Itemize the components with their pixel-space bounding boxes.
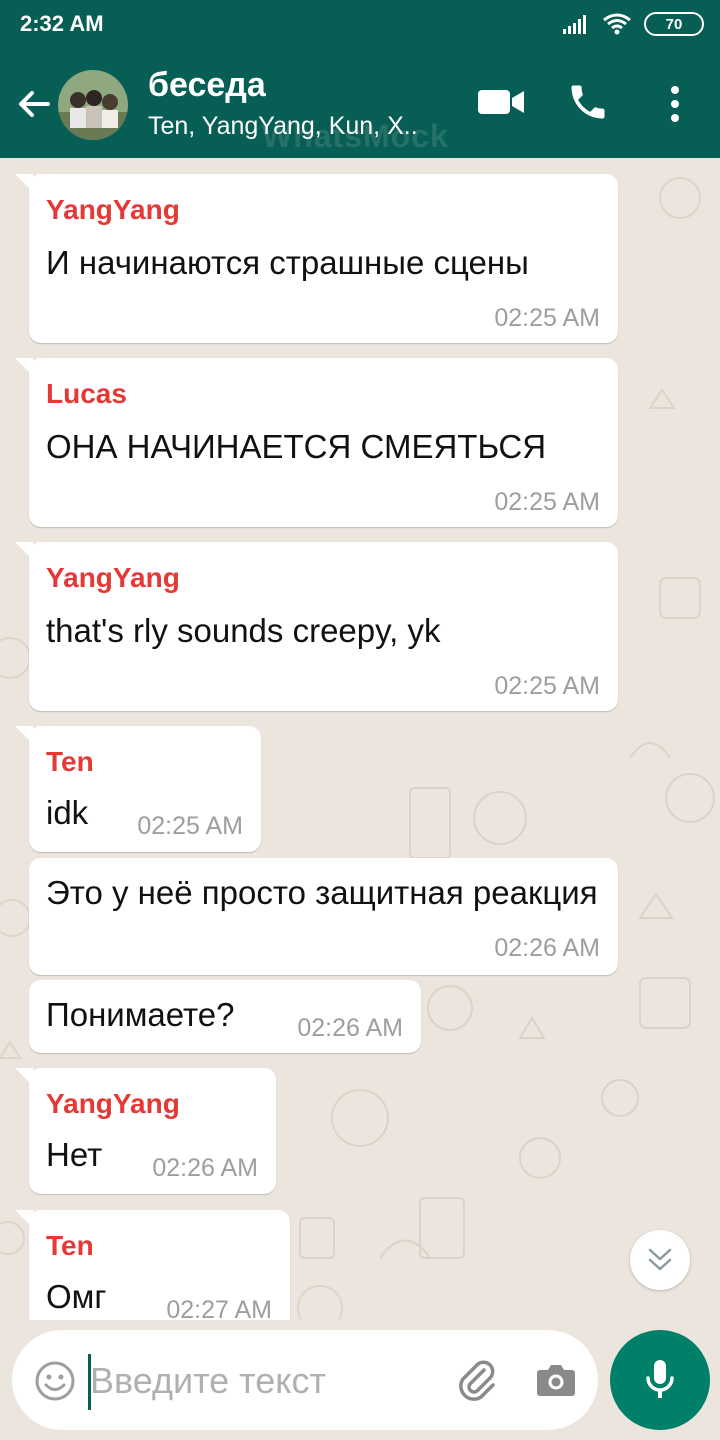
signal-icon bbox=[563, 15, 586, 34]
message-text: that's rly sounds creepy, yk bbox=[46, 612, 441, 649]
message-bubble[interactable]: Lucas ОНА НАЧИНАЕТСЯ СМЕЯТЬСЯ 02:25 AM bbox=[15, 358, 618, 527]
emoji-icon[interactable] bbox=[34, 1360, 76, 1402]
message-time: 02:25 AM bbox=[137, 812, 243, 840]
message-bubble[interactable]: Ten idk 02:25 AM bbox=[15, 726, 261, 852]
message-bubble[interactable]: Это у неё просто защитная реакция 02:26 … bbox=[29, 858, 618, 975]
chat-area[interactable]: YangYang И начинаются страшные сцены 02:… bbox=[0, 158, 720, 1320]
message-text: И начинаются страшные сцены bbox=[46, 244, 529, 281]
message-time: 02:26 AM bbox=[152, 1154, 258, 1182]
message-time: 02:26 AM bbox=[494, 934, 600, 962]
message-bubble[interactable]: YangYang that's rly sounds creepy, yk 02… bbox=[15, 542, 618, 711]
scroll-to-bottom-button[interactable] bbox=[630, 1230, 690, 1290]
message-sender: YangYang bbox=[46, 1088, 180, 1119]
mic-icon bbox=[646, 1360, 674, 1398]
message-time: 02:27 AM bbox=[166, 1296, 272, 1320]
message-time: 02:25 AM bbox=[494, 488, 600, 516]
avatar[interactable] bbox=[58, 70, 128, 140]
message-text: idk bbox=[46, 794, 89, 831]
chat-participants[interactable]: Ten, YangYang, Kun, X.. bbox=[148, 112, 418, 141]
message-bubble[interactable]: Понимаете? 02:26 AM bbox=[29, 980, 421, 1053]
message-time: 02:25 AM bbox=[494, 672, 600, 700]
more-vert-icon[interactable] bbox=[660, 82, 690, 126]
message-text: Понимаете? bbox=[46, 996, 235, 1033]
message-bubble[interactable]: YangYang Нет 02:26 AM bbox=[15, 1068, 276, 1194]
message-text: Омг bbox=[46, 1278, 107, 1315]
battery-indicator: 70 bbox=[644, 12, 704, 36]
message-bubble[interactable]: Ten Омг 02:27 AM bbox=[15, 1210, 290, 1320]
message-input[interactable] bbox=[90, 1356, 370, 1406]
message-text: Это у неё просто защитная реакция bbox=[46, 874, 598, 911]
status-icons: 70 bbox=[562, 10, 704, 38]
phone-icon[interactable] bbox=[566, 80, 610, 124]
message-time: 02:26 AM bbox=[297, 1014, 403, 1042]
chat-header: беседа WhatsMock Ten, YangYang, Kun, X.. bbox=[0, 48, 720, 158]
attach-icon[interactable] bbox=[454, 1356, 500, 1402]
double-chevron-down-icon bbox=[648, 1248, 672, 1271]
message-sender: Ten bbox=[46, 746, 94, 777]
message-text: ОНА НАЧИНАЕТСЯ СМЕЯТЬСЯ bbox=[46, 428, 547, 465]
group-photo-icon bbox=[58, 70, 128, 140]
message-composer bbox=[12, 1330, 598, 1430]
message-time: 02:25 AM bbox=[494, 304, 600, 332]
message-text: Нет bbox=[46, 1136, 103, 1173]
chat-title[interactable]: беседа bbox=[148, 66, 266, 105]
status-bar: 2:32 AM 70 bbox=[0, 0, 720, 48]
camera-icon[interactable] bbox=[534, 1358, 578, 1402]
message-bubble[interactable]: YangYang И начинаются страшные сцены 02:… bbox=[15, 174, 618, 343]
message-sender: Lucas bbox=[46, 378, 127, 409]
status-time: 2:32 AM bbox=[20, 11, 104, 36]
video-call-icon[interactable] bbox=[476, 84, 526, 120]
message-sender: Ten bbox=[46, 1230, 94, 1261]
back-arrow-icon[interactable] bbox=[14, 84, 54, 124]
mic-button[interactable] bbox=[610, 1330, 710, 1430]
wifi-icon bbox=[603, 13, 631, 35]
message-sender: YangYang bbox=[46, 194, 180, 225]
message-sender: YangYang bbox=[46, 562, 180, 593]
